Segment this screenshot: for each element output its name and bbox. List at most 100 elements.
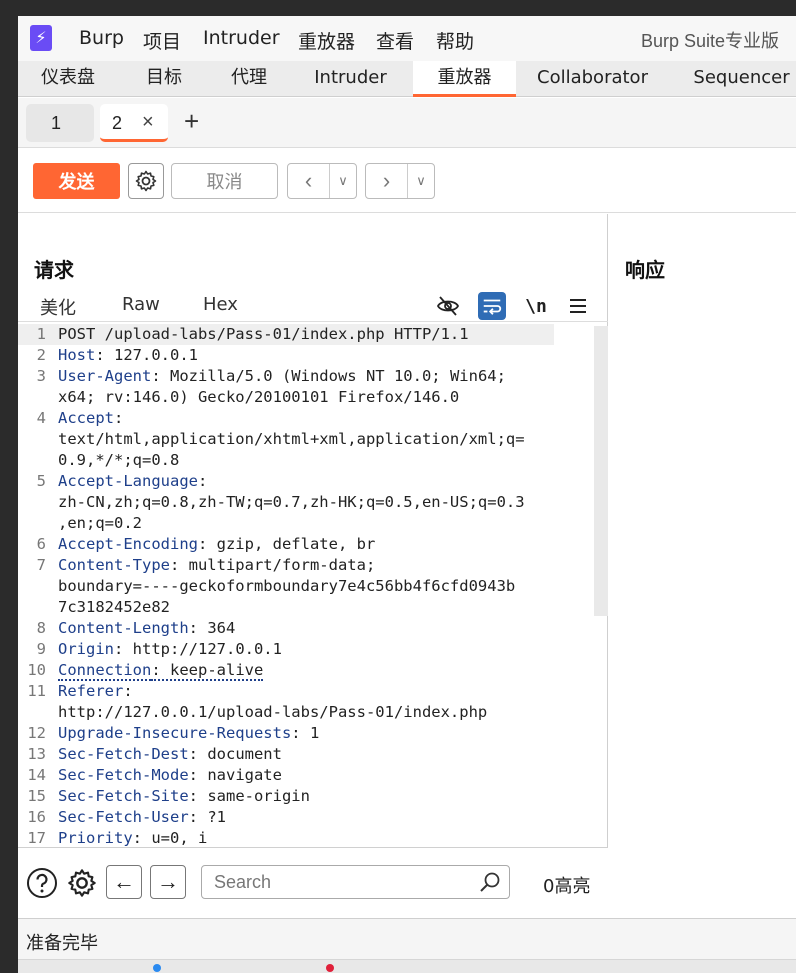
- line-text: Priority: u=0, i: [58, 828, 207, 847]
- line-number: 2: [36, 346, 46, 364]
- line-number: 3: [36, 367, 46, 385]
- tab-dashboard[interactable]: 仪表盘: [18, 61, 118, 97]
- tab-sequencer[interactable]: Sequencer: [669, 61, 796, 97]
- arrow-right-icon: →: [157, 869, 179, 894]
- cancel-button[interactable]: 取消: [171, 163, 278, 199]
- code-line: 7 Content-Type: multipart/form-data;: [18, 555, 608, 576]
- code-line: 12 Upgrade-Insecure-Requests: 1: [18, 723, 608, 744]
- code-line: 14 Sec-Fetch-Mode: navigate: [18, 765, 608, 786]
- line-text: Sec-Fetch-User: ?1: [58, 807, 226, 828]
- status-dot-red: [326, 964, 334, 972]
- header-value: POST /upload-labs/Pass-01/index.php HTTP…: [58, 325, 469, 343]
- header-value: : 364: [188, 619, 236, 637]
- code-line: ,en;q=0.2: [18, 513, 608, 534]
- menu-help[interactable]: 帮助: [436, 27, 474, 54]
- status-text: 准备完毕: [26, 933, 98, 954]
- tab-intruder[interactable]: Intruder: [288, 61, 413, 97]
- line-text: Upgrade-Insecure-Requests: 1: [58, 723, 319, 744]
- chevron-left-icon[interactable]: ‹: [288, 164, 330, 198]
- next-match-button[interactable]: →: [150, 865, 186, 899]
- chevron-right-icon[interactable]: ›: [366, 164, 408, 198]
- line-text: boundary=----geckoformboundary7e4c56bb4f…: [58, 576, 515, 597]
- header-name: Content-Type: [58, 556, 170, 574]
- tab-proxy[interactable]: 代理: [210, 61, 288, 97]
- line-text: http://127.0.0.1/upload-labs/Pass-01/ind…: [58, 702, 487, 723]
- code-line: 2 Host: 127.0.0.1: [18, 345, 608, 366]
- forward-history-button[interactable]: › ∨: [365, 163, 435, 199]
- header-value: ,en;q=0.2: [58, 514, 142, 532]
- header-name: Sec-Fetch-Site: [58, 787, 189, 805]
- code-line: 5 Accept-Language:: [18, 471, 608, 492]
- menu-burp[interactable]: Burp: [79, 27, 124, 49]
- line-number: 15: [27, 787, 46, 805]
- main-tabs: 仪表盘 目标 代理 Intruder 重放器 Collaborator Sequ…: [18, 61, 796, 97]
- line-text: text/html,application/xhtml+xml,applicat…: [58, 429, 525, 450]
- header-value: x64; rv:146.0) Gecko/20100101 Firefox/14…: [58, 388, 460, 406]
- back-history-button[interactable]: ‹ ∨: [287, 163, 357, 199]
- request-editor[interactable]: 1 POST /upload-labs/Pass-01/index.php HTT…: [18, 324, 608, 847]
- bottom-strip: [18, 959, 796, 973]
- chevron-down-icon[interactable]: ∨: [408, 164, 434, 198]
- settings-button[interactable]: [128, 163, 164, 199]
- menu-project[interactable]: 项目: [143, 27, 181, 54]
- word-wrap-icon[interactable]: [478, 292, 506, 320]
- line-text: Content-Length: 364: [58, 618, 235, 639]
- status-dot-blue: [153, 964, 161, 972]
- menu-intruder[interactable]: Intruder: [203, 27, 280, 49]
- menu-repeater[interactable]: 重放器: [298, 27, 355, 54]
- code-line: 11 Referer:: [18, 681, 608, 702]
- search-input[interactable]: [201, 865, 510, 899]
- line-text: 0.9,*/*;q=0.8: [58, 450, 179, 471]
- send-button[interactable]: 发送: [33, 163, 120, 199]
- burp-window: ⚡ Burp 项目 Intruder 重放器 查看 帮助 Burp Suite专…: [18, 16, 796, 973]
- vertical-scrollbar[interactable]: [594, 326, 608, 616]
- gear-icon: [135, 170, 157, 192]
- line-text: Sec-Fetch-Site: same-origin: [58, 786, 310, 807]
- code-line: 15 Sec-Fetch-Site: same-origin: [18, 786, 608, 807]
- repeater-tab-1[interactable]: 1: [26, 104, 94, 142]
- header-value: : Mozilla/5.0 (Windows NT 10.0; Win64;: [151, 367, 506, 385]
- arrow-left-icon: ←: [113, 869, 135, 894]
- eye-slash-icon[interactable]: [434, 292, 462, 320]
- previous-match-button[interactable]: ←: [106, 865, 142, 899]
- line-number: 16: [27, 808, 46, 826]
- code-line: 7c3182452e82: [18, 597, 608, 618]
- magnifier-icon[interactable]: [478, 870, 502, 894]
- question-icon[interactable]: [25, 866, 59, 900]
- line-number: 13: [27, 745, 46, 763]
- line-text: Accept-Encoding: gzip, deflate, br: [58, 534, 375, 555]
- line-number: 11: [27, 682, 46, 700]
- repeater-tabs: 1 2 × +: [18, 98, 796, 148]
- newline-toggle[interactable]: \n: [522, 292, 550, 320]
- code-line: boundary=----geckoformboundary7e4c56bb4f…: [18, 576, 608, 597]
- code-line: 10 Connection: keep-alive: [18, 660, 608, 681]
- response-panel: 响应: [609, 214, 796, 918]
- gear-icon[interactable]: [65, 866, 99, 900]
- view-tab-raw[interactable]: Raw: [122, 294, 160, 315]
- close-icon[interactable]: ×: [142, 111, 154, 134]
- line-text: Host: 127.0.0.1: [58, 345, 198, 366]
- chevron-down-icon[interactable]: ∨: [330, 164, 356, 198]
- header-value: : 1: [291, 724, 320, 742]
- line-text: Sec-Fetch-Mode: navigate: [58, 765, 282, 786]
- line-text: Origin: http://127.0.0.1: [58, 639, 282, 660]
- view-tab-hex[interactable]: Hex: [203, 294, 238, 315]
- line-number: 1: [36, 325, 46, 343]
- header-value: : gzip, deflate, br: [197, 535, 376, 553]
- hamburger-menu-icon[interactable]: [564, 292, 592, 320]
- line-text: ,en;q=0.2: [58, 513, 142, 534]
- line-text: Sec-Fetch-Dest: document: [58, 744, 282, 765]
- line-number: 14: [27, 766, 46, 784]
- repeater-tab-2[interactable]: 2 ×: [100, 104, 168, 142]
- header-value: text/html,application/xhtml+xml,applicat…: [58, 430, 525, 448]
- view-tab-pretty[interactable]: 美化: [34, 294, 82, 327]
- code-line: 8 Content-Length: 364: [18, 618, 608, 639]
- tab-repeater[interactable]: 重放器: [413, 61, 516, 97]
- menu-view[interactable]: 查看: [376, 27, 414, 54]
- tab-target[interactable]: 目标: [118, 61, 210, 97]
- add-tab-button[interactable]: +: [184, 108, 199, 134]
- header-value: : ?1: [188, 808, 226, 826]
- tab-collaborator[interactable]: Collaborator: [516, 61, 669, 97]
- header-value: boundary=----geckoformboundary7e4c56bb4f…: [58, 577, 516, 595]
- header-value: : u=0, i: [132, 829, 208, 847]
